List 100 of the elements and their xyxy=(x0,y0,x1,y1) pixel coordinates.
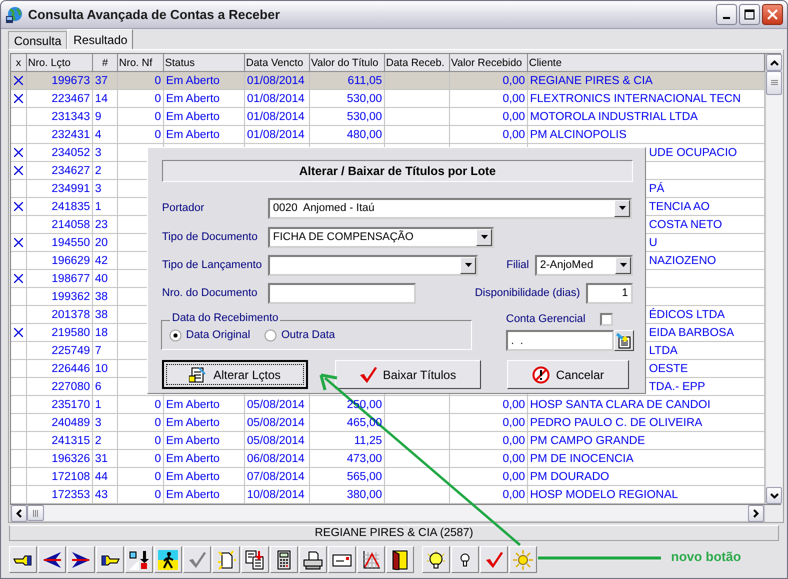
scroll-up-button[interactable] xyxy=(766,54,782,71)
table-cell: 42 xyxy=(95,255,108,267)
dropdown[interactable]: 2-AnjoMed xyxy=(535,254,633,276)
table-row[interactable]: 196326 31 0 Em Aberto 06/08/2014 473,00 0,00 PM DE INOCENCIA xyxy=(11,450,765,468)
app-icon xyxy=(5,6,23,24)
dialog-button[interactable]: Baixar Títulos xyxy=(334,360,480,389)
check-icon xyxy=(358,366,377,384)
toolbar-button[interactable] xyxy=(451,546,479,573)
dropdown-arrow-icon xyxy=(620,263,626,267)
toolbar-button[interactable] xyxy=(154,546,182,573)
table-cell: 0,00 xyxy=(502,399,525,411)
check-icon xyxy=(187,550,207,570)
x-mark-icon[interactable] xyxy=(14,202,23,211)
tab[interactable]: Resultado xyxy=(67,29,134,49)
dialog-button[interactable]: Cancelar xyxy=(507,360,629,389)
x-mark-icon[interactable] xyxy=(14,238,23,247)
maximize-button[interactable] xyxy=(739,4,760,25)
scroll-down-button[interactable] xyxy=(766,487,782,504)
toolbar-button[interactable] xyxy=(38,546,66,573)
dialog-button[interactable]: Alterar Lçtos xyxy=(162,360,308,389)
toolbar-button[interactable] xyxy=(299,546,327,573)
status-bar: REGIANE PIRES & CIA (2587) xyxy=(9,525,779,541)
toolbar-button[interactable] xyxy=(386,546,414,573)
x-mark-icon[interactable] xyxy=(14,94,23,103)
table-row[interactable]: 231343 9 0 Em Aberto 01/08/2014 530,00 0,00 MOTOROLA INDUSTRIAL LTDA xyxy=(11,108,765,126)
lightbulb-icon xyxy=(426,550,446,570)
table-cell: Em Aberto xyxy=(166,129,220,141)
radio-icon[interactable] xyxy=(169,328,182,342)
dropdown[interactable]: 0020 Anjomed - Itaú xyxy=(268,198,632,218)
dropdown[interactable]: FICHA DE COMPENSAÇÃO xyxy=(268,226,494,248)
radio-button[interactable]: Data Original xyxy=(169,328,250,342)
table-cell: 0 xyxy=(154,399,161,411)
table-cell: 05/08/2014 xyxy=(247,435,305,447)
toolbar-button[interactable] xyxy=(241,546,269,573)
close-button[interactable] xyxy=(762,4,783,25)
table-cell: 9 xyxy=(95,111,102,123)
table-cell: 241835 xyxy=(52,201,90,213)
toolbar-button[interactable] xyxy=(328,546,356,573)
x-mark-icon[interactable] xyxy=(14,274,23,283)
table-row[interactable]: 172353 43 0 Em Aberto 10/08/2014 380,00 0,00 HOSP MODELO REGIONAL xyxy=(11,486,765,504)
table-cell: 0 xyxy=(154,111,161,123)
scroll-right-button[interactable] xyxy=(748,505,764,522)
table-cell: 0,00 xyxy=(502,111,525,123)
sun-icon xyxy=(513,550,533,570)
table-row[interactable]: 172108 44 0 Em Aberto 07/08/2014 565,00 0,00 PM DOURADO xyxy=(11,468,765,486)
table-cell: 06/08/2014 xyxy=(247,453,305,465)
toolbar-button[interactable] xyxy=(125,546,153,573)
table-cell: 196326 xyxy=(52,453,90,465)
scroll-thumb[interactable] xyxy=(766,71,782,95)
arrow-left-icon xyxy=(42,550,62,570)
table-row[interactable]: 223467 14 0 Em Aberto 01/08/2014 530,00 0,00 FLEXTRONICS INTERNACIONAL TECN xyxy=(11,90,765,108)
chevron-down-icon xyxy=(770,492,778,498)
vertical-scrollbar[interactable] xyxy=(765,54,782,504)
lookup-button[interactable] xyxy=(614,330,634,351)
input-field[interactable]: . . xyxy=(506,330,614,351)
x-mark-icon[interactable] xyxy=(14,148,23,157)
field-label: Tipo de Lançamento xyxy=(162,259,263,271)
table-cell: ÉDICOS LTDA xyxy=(649,309,725,321)
toolbar-button[interactable] xyxy=(212,546,240,573)
scroll-thumb[interactable] xyxy=(27,505,44,521)
x-mark-icon[interactable] xyxy=(14,166,23,175)
check-icon xyxy=(484,550,504,570)
table-row[interactable]: 232431 4 0 Em Aberto 01/08/2014 480,00 0,00 PM ALCINOPOLIS xyxy=(11,126,765,144)
table-cell: 196629 xyxy=(52,255,90,267)
input-field[interactable] xyxy=(268,282,416,304)
grip-icon xyxy=(32,510,38,516)
table-cell: 0 xyxy=(154,75,161,87)
tab[interactable]: Consulta xyxy=(8,31,68,49)
radio-button[interactable]: Outra Data xyxy=(264,328,336,342)
table-cell: 199673 xyxy=(52,75,90,87)
minimize-button[interactable] xyxy=(716,4,737,25)
toolbar-button[interactable] xyxy=(270,546,298,573)
table-cell: HOSP MODELO REGIONAL xyxy=(530,489,678,501)
toolbar-button[interactable] xyxy=(9,546,37,573)
horizontal-scrollbar[interactable] xyxy=(10,505,765,522)
x-mark-icon[interactable] xyxy=(14,76,23,85)
input-field[interactable]: 1 xyxy=(586,282,633,304)
toolbar-button[interactable] xyxy=(67,546,95,573)
toolbar-button[interactable] xyxy=(357,546,385,573)
scroll-left-button[interactable] xyxy=(11,505,27,522)
radio-icon[interactable] xyxy=(264,328,278,342)
table-cell: 232431 xyxy=(52,129,90,141)
table-cell: 227080 xyxy=(52,381,90,393)
x-mark-icon[interactable] xyxy=(14,328,23,337)
table-cell: 214058 xyxy=(52,219,90,231)
table-cell: MOTOROLA INDUSTRIAL LTDA xyxy=(530,111,698,123)
table-cell: 38 xyxy=(95,309,108,321)
table-row[interactable]: 241315 2 0 Em Aberto 05/08/2014 11,25 0,00 PM CAMPO GRANDE xyxy=(11,432,765,450)
table-row[interactable]: 199673 37 0 Em Aberto 01/08/2014 611,05 0,00 REGIANE PIRES & CIA xyxy=(11,72,765,90)
table-cell: 14 xyxy=(95,93,108,105)
table-cell: PM ALCINOPOLIS xyxy=(530,129,627,141)
table-cell: 219580 xyxy=(52,327,90,339)
table-cell: 530,00 xyxy=(346,93,382,105)
checkbox[interactable] xyxy=(600,312,612,326)
dropdown[interactable] xyxy=(268,254,478,276)
table-cell: 234627 xyxy=(52,165,90,177)
arrow-right-icon xyxy=(71,550,91,570)
documents-icon xyxy=(245,550,265,570)
toolbar-button[interactable] xyxy=(422,546,450,573)
toolbar-button[interactable] xyxy=(96,546,124,573)
